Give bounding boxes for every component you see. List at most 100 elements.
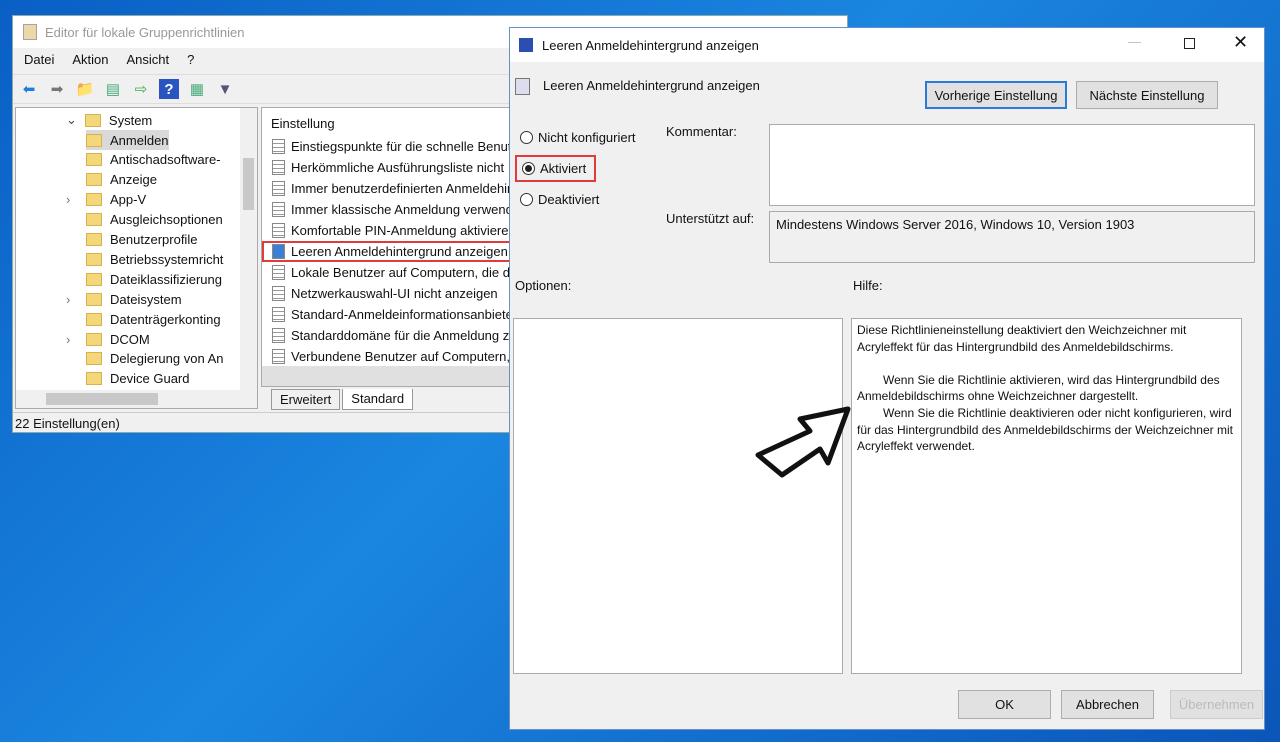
tree-item[interactable]: Datenträgerkonting [86, 309, 221, 329]
policy-icon [519, 38, 533, 52]
minimize-button[interactable]: — [1128, 34, 1141, 49]
list-item[interactable]: Standarddomäne für die Anmeldung z [262, 325, 512, 346]
tree-label: Dateiklassifizierung [110, 271, 222, 287]
policy-setting-icon [272, 328, 285, 343]
list-item[interactable]: Standard-Anmeldeinformationsanbieter [262, 304, 512, 325]
tree-label: App-V [110, 192, 147, 208]
tree-item[interactable]: Anzeige [86, 170, 157, 190]
tab-standard[interactable]: Standard [342, 389, 414, 410]
policy-setting-icon [272, 307, 285, 322]
radio-nicht-konfiguriert[interactable]: Nicht konfiguriert [520, 130, 636, 145]
radio-aktiviert[interactable]: Aktiviert [515, 155, 597, 182]
comment-input[interactable] [769, 124, 1255, 206]
forward-icon[interactable]: ➡ [47, 79, 67, 99]
tree-vscrollbar[interactable] [240, 108, 257, 391]
list-item-label: Standarddomäne für die Anmeldung z [291, 328, 510, 343]
list-item[interactable]: Immer benutzerdefinierten Anmeldehinterg… [262, 178, 512, 199]
tree-item[interactable]: Anmelden [86, 130, 169, 150]
tree-label: Benutzerprofile [110, 232, 198, 247]
list-item-label: Standard-Anmeldeinformationsanbieter [291, 307, 512, 322]
tree-item[interactable]: Device Guard [86, 369, 189, 389]
next-setting-button[interactable]: Nächste Einstellung [1076, 81, 1218, 109]
setting-icon [515, 78, 530, 95]
cancel-button[interactable]: Abbrechen [1061, 690, 1154, 719]
tree-label: Anmelden [110, 132, 169, 148]
options-label: Optionen: [515, 278, 572, 293]
list-item-label: Leeren Anmeldehintergrund anzeigen [291, 244, 508, 259]
folder-icon [86, 292, 102, 306]
list-item-label: Netzwerkauswahl-UI nicht anzeigen [291, 286, 498, 301]
tree-label: Betriebssystemricht [110, 251, 224, 267]
list-item[interactable]: Lokale Benutzer auf Computern, die d [262, 262, 512, 283]
folder-icon [86, 213, 102, 227]
close-button[interactable]: ✕ [1233, 32, 1248, 53]
tree-item[interactable]: Dateiklassifizierung [86, 269, 222, 289]
list-item-label: Immer klassische Anmeldung verwenden [291, 202, 512, 217]
folder-icon [86, 252, 102, 266]
list-item[interactable]: Leeren Anmeldehintergrund anzeigen [262, 241, 512, 262]
list-item[interactable]: Immer klassische Anmeldung verwenden [262, 199, 512, 220]
options-panel [513, 318, 843, 674]
export-list-icon[interactable]: ⇨ [131, 79, 151, 99]
policy-setting-icon [272, 286, 285, 301]
help-icon[interactable]: ? [159, 79, 179, 99]
folder-icon [86, 133, 102, 147]
tree-item[interactable]: Ausgleichsoptionen [86, 210, 223, 230]
policy-setting-icon [272, 160, 285, 175]
filter-icon[interactable]: ▼ [215, 79, 235, 99]
properties-icon[interactable]: ▦ [187, 79, 207, 99]
ok-button[interactable]: OK [958, 690, 1051, 719]
list-item-label: Verbundene Benutzer auf Computern, [291, 349, 510, 364]
list-item[interactable]: Komfortable PIN-Anmeldung aktivieren [262, 220, 512, 241]
tree-label: Datenträgerkonting [110, 311, 221, 327]
tree-item-system[interactable]: ⌄ System [66, 110, 152, 130]
tree-item[interactable]: Betriebssystemricht [86, 249, 223, 269]
previous-setting-button[interactable]: Vorherige Einstellung [925, 81, 1067, 109]
tab-erweitert[interactable]: Erweitert [271, 389, 341, 410]
list-hscrollbar[interactable] [262, 366, 512, 386]
tree-label: System [108, 112, 153, 128]
tree-hscrollbar[interactable] [16, 390, 257, 408]
chevron-right-icon: › [66, 192, 71, 208]
list-item-label: Lokale Benutzer auf Computern, die d [291, 265, 510, 280]
tree-item[interactable]: Delegierung von An [86, 349, 223, 369]
menu-bar: Datei Aktion Ansicht ? [13, 50, 194, 72]
list-item[interactable]: Einstiegspunkte für die schnelle Benutze… [262, 136, 512, 157]
folder-icon [86, 272, 102, 286]
list-item-label: Einstiegspunkte für die schnelle Benutze… [291, 139, 512, 154]
list-item-label: Immer benutzerdefinierten Anmeldehinterg… [291, 181, 512, 196]
policy-setting-icon [272, 349, 285, 364]
tree-item[interactable]: › App-V [66, 190, 147, 210]
folder-icon [86, 233, 102, 246]
setting-name: Leeren Anmeldehintergrund anzeigen [543, 78, 760, 93]
list-item[interactable]: Netzwerkauswahl-UI nicht anzeigen [262, 283, 512, 304]
tree-label: Device Guard [110, 371, 190, 387]
menu-aktion[interactable]: Aktion [72, 50, 108, 72]
maximize-button[interactable] [1184, 38, 1195, 49]
dialog-title: Leeren Anmeldehintergrund anzeigen [510, 28, 1264, 62]
menu-ansicht[interactable]: Ansicht [127, 50, 170, 72]
settings-list: Einstellung Einstiegspunkte für die schn… [261, 107, 513, 387]
radio-deaktiviert[interactable]: Deaktiviert [520, 192, 599, 207]
tree-label: Antischadsoftware- [110, 152, 221, 168]
policy-setting-icon [272, 265, 285, 280]
folder-icon [86, 312, 102, 326]
list-item[interactable]: Herkömmliche Ausführungsliste nicht [262, 157, 512, 178]
policy-setting-icon [272, 181, 285, 196]
menu-help[interactable]: ? [187, 50, 194, 72]
policy-setting-icon [272, 244, 285, 259]
tree-item[interactable]: › DCOM [66, 329, 150, 349]
show-hide-tree-icon[interactable]: ▤ [103, 79, 123, 99]
column-header-einstellung[interactable]: Einstellung [262, 108, 512, 136]
list-item[interactable]: Verbundene Benutzer auf Computern, [262, 346, 512, 367]
back-icon[interactable]: ⬅ [19, 79, 39, 99]
settings-rows: Einstiegspunkte für die schnelle Benutze… [262, 136, 512, 367]
supported-on-field: Mindestens Windows Server 2016, Windows … [769, 211, 1255, 263]
up-folder-icon[interactable]: 📁 [75, 79, 95, 99]
tree-item[interactable]: › Dateisystem [66, 289, 182, 309]
apply-button[interactable]: Übernehmen [1170, 690, 1263, 719]
tree-item[interactable]: Benutzerprofile [86, 230, 197, 250]
tree-label: Dateisystem [110, 291, 182, 307]
menu-datei[interactable]: Datei [24, 50, 54, 72]
tree-item[interactable]: Antischadsoftware- [86, 150, 221, 170]
